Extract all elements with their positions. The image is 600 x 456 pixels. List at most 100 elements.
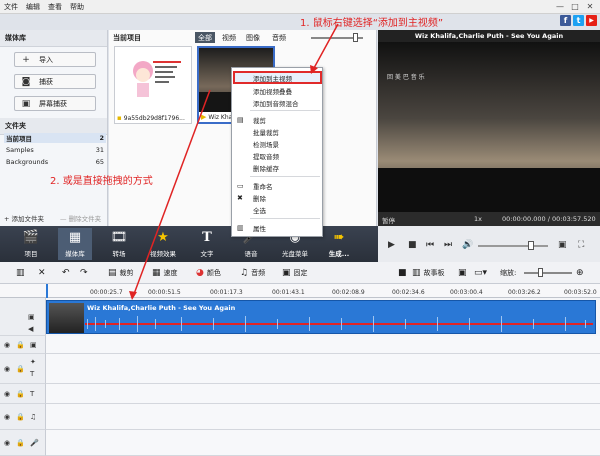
text-track-icon: T [30,370,35,378]
redo-icon[interactable]: ↷ [80,268,88,278]
lock-icon[interactable]: 🔒 [16,413,25,421]
visibility-eye-icon[interactable]: ◉ [4,413,10,421]
playhead[interactable] [46,284,48,298]
produce-arrow-icon: ➠ [333,230,345,245]
lock-icon[interactable]: 🔒 [16,341,25,349]
volume-icon[interactable]: 🔊 [462,240,473,250]
lock-icon[interactable]: 🔒 [16,365,25,373]
marker-icon[interactable]: ■ [398,268,407,278]
playback-speed[interactable]: 1x [474,215,482,223]
ctx-add-to-main-video[interactable]: 添加到主视频 [232,72,322,83]
freeze-button[interactable]: ▣ 固定 [282,268,308,278]
delete-icon[interactable]: ✕ [38,268,46,278]
import-button[interactable]: + 导入 [14,52,96,67]
display-mode-icon[interactable]: ▭▾ [474,268,487,278]
timeline-ruler[interactable]: 00:00:25.7 00:00:51.5 00:01:17.3 00:01:4… [0,284,600,298]
overlay-track-lane[interactable] [46,336,600,354]
fit-icon[interactable]: ▣ [458,268,467,278]
ctx-rename[interactable]: ▭ 重命名 [232,180,322,191]
ribbon-video-effects[interactable]: ★ 视频效果 [146,228,180,260]
ctx-batch-crop[interactable]: 批量裁剪 [232,126,322,137]
undo-icon[interactable]: ↶ [62,268,70,278]
timeline-zoom-handle[interactable] [538,268,543,277]
speed-button[interactable]: ▦ 速度 [152,268,178,278]
filter-tab-all[interactable]: 全部 [195,32,215,43]
previous-frame-icon[interactable]: ⏮ [426,240,434,250]
volume-handle[interactable] [528,241,534,250]
visibility-eye-icon[interactable]: ◉ [4,390,10,398]
folder-current-project[interactable]: 当前项目 2 [4,133,106,143]
timeline-zoom-slider[interactable] [524,272,572,274]
minimize-button[interactable]: — [554,1,566,13]
lock-icon[interactable]: 🔒 [16,390,25,398]
screen-capture-button[interactable]: ▣ 屏幕捕获 [14,96,96,111]
zoom-in-icon[interactable]: ⊕ [576,268,584,278]
ctx-delete-cache[interactable]: 删除缓存 [232,162,322,173]
close-button[interactable]: ✕ [584,1,596,13]
color-button[interactable]: ◕ 颜色 [196,268,221,278]
snapshot-icon[interactable]: ▣ [558,240,567,250]
screen-capture-icon: ▣ [21,98,31,109]
media-grid-icon: ▦ [68,230,82,245]
menu-help[interactable]: 帮助 [66,2,88,12]
media-thumbnail-image[interactable]: ▪ 9a55db29d8f1796... [114,46,192,124]
visibility-eye-icon[interactable]: ◉ [4,365,10,373]
stop-icon[interactable]: ■ [408,240,417,250]
menu-file[interactable]: 文件 [0,2,22,12]
folder-backgrounds[interactable]: Backgrounds 65 [4,157,106,167]
ribbon-transitions[interactable]: 🎞 转场 [102,228,136,260]
clip-thumbnail [49,303,84,333]
thumbnail-label: ▪ 9a55db29d8f1796... [115,113,191,123]
ctx-add-video-overlay[interactable]: 添加视频叠叠 [232,85,322,96]
menu-edit[interactable]: 编辑 [22,2,44,12]
fullscreen-icon[interactable]: ⛶ [578,240,584,250]
next-frame-icon[interactable]: ⏭ [444,240,452,250]
effects-track-lane[interactable] [46,354,600,384]
crop-button[interactable]: ▤ 裁剪 [108,268,134,278]
thumbnail-size-handle[interactable] [353,33,358,42]
plus-icon: + [22,54,30,65]
restore-button[interactable]: □ [569,1,581,13]
ctx-extract-audio[interactable]: 提取音频 [232,150,322,161]
play-icon[interactable]: ▶ [388,240,395,250]
voice-track-lane[interactable] [46,430,600,456]
menu-bar: 文件 编辑 查看 帮助 [0,0,600,14]
add-folder-button[interactable]: + 添加文件夹 [4,213,44,223]
capture-label: 捕获 [39,77,53,86]
filter-tab-audio[interactable]: 音频 [269,32,289,43]
ctx-select-all[interactable]: 全选 [232,204,322,215]
ribbon-text[interactable]: T 文字 [190,228,224,260]
volume-slider[interactable] [478,245,548,247]
filter-tab-video[interactable]: 视频 [219,32,239,43]
delete-folder-button[interactable]: — 删除文件夹 [60,213,101,223]
ctx-add-audio-mix[interactable]: 添加到音频混合 [232,97,322,108]
ribbon-media-library[interactable]: ▦ 媒体库 [58,228,92,260]
ribbon-produce[interactable]: ➠ 生成... [322,228,356,260]
video-file-icon: ▶ [201,113,207,121]
visibility-eye-icon[interactable]: ◉ [4,439,10,447]
folder-samples[interactable]: Samples 31 [4,145,106,155]
twitter-icon[interactable]: t [573,15,584,26]
folder-name: Backgrounds [6,158,49,166]
folder-count: 65 [95,158,104,166]
filter-tab-image[interactable]: 图像 [243,32,263,43]
menu-view[interactable]: 查看 [44,2,66,12]
main-video-clip[interactable]: Wiz Khalifa,Charlie Puth - See You Again [46,300,596,334]
storyboard-button[interactable]: ▥ 故事板 [412,268,445,278]
youtube-icon[interactable]: ▶ [586,15,597,26]
music-track-lane[interactable] [46,404,600,430]
text-track-lane[interactable] [46,384,600,404]
playback-status: 暂停 [382,217,395,225]
ctx-crop[interactable]: ▤ 裁剪 [232,114,322,125]
visibility-eye-icon[interactable]: ◉ [4,341,10,349]
audio-button[interactable]: ♫ 音频 [240,268,265,278]
facebook-icon[interactable]: f [560,15,571,26]
lock-icon[interactable]: 🔒 [16,439,25,447]
ctx-detect-scenes[interactable]: 检测场景 [232,138,322,149]
ctx-delete[interactable]: ✖ 删除 [232,192,322,203]
ctx-properties[interactable]: ▥ 属性 [232,222,322,233]
split-icon[interactable]: ▥ [16,268,25,278]
capture-button[interactable]: ◙ 捕获 [14,74,96,89]
ribbon-project[interactable]: 🎬 项目 [14,228,48,260]
voice-track-header: ◉ 🔒 🎤 [0,430,46,456]
